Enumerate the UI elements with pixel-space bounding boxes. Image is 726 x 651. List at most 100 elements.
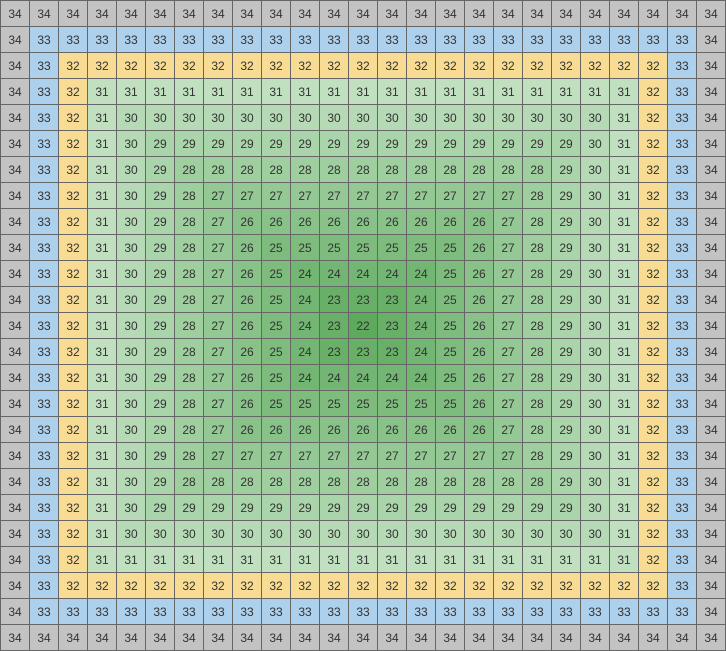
heatmap-cell: 32 xyxy=(639,469,668,495)
heatmap-cell: 32 xyxy=(175,573,204,599)
heatmap-cell: 24 xyxy=(291,287,320,313)
heatmap-cell: 31 xyxy=(610,131,639,157)
heatmap-cell: 27 xyxy=(204,391,233,417)
heatmap-cell: 31 xyxy=(88,547,117,573)
heatmap-cell: 34 xyxy=(697,157,726,183)
heatmap-cell: 26 xyxy=(407,417,436,443)
heatmap-cell: 32 xyxy=(59,443,88,469)
heatmap-cell: 25 xyxy=(262,313,291,339)
heatmap-cell: 34 xyxy=(1,417,30,443)
heatmap-cell: 34 xyxy=(581,1,610,27)
heatmap-cell: 34 xyxy=(1,599,30,625)
heatmap-cell: 32 xyxy=(59,131,88,157)
heatmap-cell: 31 xyxy=(88,261,117,287)
heatmap-cell: 30 xyxy=(581,391,610,417)
heatmap-cell: 33 xyxy=(668,131,697,157)
heatmap-cell: 33 xyxy=(668,521,697,547)
heatmap-cell: 25 xyxy=(262,339,291,365)
heatmap-cell: 34 xyxy=(697,521,726,547)
heatmap-cell: 30 xyxy=(146,521,175,547)
heatmap-cell: 30 xyxy=(581,469,610,495)
heatmap-cell: 33 xyxy=(668,209,697,235)
heatmap-cell: 28 xyxy=(262,469,291,495)
heatmap-cell: 27 xyxy=(378,183,407,209)
heatmap-cell: 24 xyxy=(320,261,349,287)
heatmap-cell: 32 xyxy=(639,157,668,183)
heatmap-cell: 32 xyxy=(59,53,88,79)
heatmap-cell: 31 xyxy=(610,339,639,365)
heatmap-cell: 32 xyxy=(639,443,668,469)
heatmap-cell: 34 xyxy=(262,625,291,651)
heatmap-cell: 30 xyxy=(552,105,581,131)
heatmap-cell: 34 xyxy=(697,53,726,79)
heatmap-cell: 24 xyxy=(407,287,436,313)
heatmap-cell: 34 xyxy=(697,339,726,365)
heatmap-cell: 23 xyxy=(349,339,378,365)
heatmap-cell: 29 xyxy=(146,157,175,183)
heatmap-cell: 25 xyxy=(436,287,465,313)
heatmap-cell: 31 xyxy=(610,183,639,209)
heatmap-cell: 28 xyxy=(523,235,552,261)
heatmap-cell: 30 xyxy=(117,313,146,339)
heatmap-cell: 31 xyxy=(581,79,610,105)
heatmap-cell: 32 xyxy=(175,53,204,79)
heatmap-cell: 29 xyxy=(233,495,262,521)
heatmap-cell: 30 xyxy=(581,339,610,365)
heatmap-cell: 26 xyxy=(465,235,494,261)
heatmap-cell: 27 xyxy=(204,287,233,313)
heatmap-cell: 26 xyxy=(233,209,262,235)
heatmap-cell: 31 xyxy=(291,547,320,573)
heatmap-cell: 33 xyxy=(204,27,233,53)
heatmap-cell: 34 xyxy=(407,625,436,651)
heatmap-cell: 31 xyxy=(88,469,117,495)
heatmap-cell: 28 xyxy=(523,365,552,391)
heatmap-cell: 27 xyxy=(494,209,523,235)
heatmap-cell: 26 xyxy=(233,313,262,339)
heatmap-cell: 23 xyxy=(378,313,407,339)
heatmap-cell: 34 xyxy=(697,183,726,209)
heatmap-cell: 32 xyxy=(59,417,88,443)
heatmap-cell: 32 xyxy=(59,313,88,339)
heatmap-cell: 34 xyxy=(697,209,726,235)
heatmap-cell: 29 xyxy=(407,131,436,157)
heatmap-cell: 31 xyxy=(88,417,117,443)
heatmap-cell: 31 xyxy=(610,261,639,287)
heatmap-cell: 30 xyxy=(581,495,610,521)
heatmap-cell: 27 xyxy=(320,183,349,209)
heatmap-cell: 32 xyxy=(204,573,233,599)
heatmap-cell: 27 xyxy=(407,183,436,209)
heatmap-cell: 27 xyxy=(494,417,523,443)
heatmap-cell: 33 xyxy=(30,287,59,313)
heatmap-cell: 34 xyxy=(697,365,726,391)
heatmap-cell: 27 xyxy=(262,443,291,469)
heatmap-cell: 26 xyxy=(320,209,349,235)
heatmap-cell: 29 xyxy=(146,417,175,443)
heatmap-cell: 33 xyxy=(30,339,59,365)
heatmap-cell: 31 xyxy=(610,417,639,443)
heatmap-cell: 34 xyxy=(465,1,494,27)
heatmap-cell: 27 xyxy=(494,313,523,339)
heatmap-cell: 30 xyxy=(117,365,146,391)
heatmap-cell: 34 xyxy=(1,27,30,53)
heatmap-cell: 31 xyxy=(204,547,233,573)
heatmap-cell: 28 xyxy=(523,209,552,235)
heatmap-cell: 30 xyxy=(117,209,146,235)
heatmap-cell: 31 xyxy=(233,547,262,573)
heatmap-cell: 31 xyxy=(523,79,552,105)
heatmap-cell: 29 xyxy=(146,443,175,469)
heatmap-cell: 33 xyxy=(610,599,639,625)
heatmap-cell: 32 xyxy=(639,287,668,313)
heatmap-cell: 30 xyxy=(262,105,291,131)
heatmap-cell: 34 xyxy=(697,547,726,573)
heatmap-cell: 30 xyxy=(233,521,262,547)
heatmap-cell: 34 xyxy=(1,1,30,27)
heatmap-cell: 32 xyxy=(639,209,668,235)
heatmap-cell: 27 xyxy=(204,235,233,261)
heatmap-cell: 27 xyxy=(204,443,233,469)
heatmap-cell: 34 xyxy=(697,417,726,443)
heatmap-cell: 25 xyxy=(320,391,349,417)
heatmap-cell: 29 xyxy=(262,131,291,157)
heatmap-cell: 26 xyxy=(233,391,262,417)
heatmap-cell: 33 xyxy=(175,27,204,53)
heatmap-cell: 32 xyxy=(59,105,88,131)
